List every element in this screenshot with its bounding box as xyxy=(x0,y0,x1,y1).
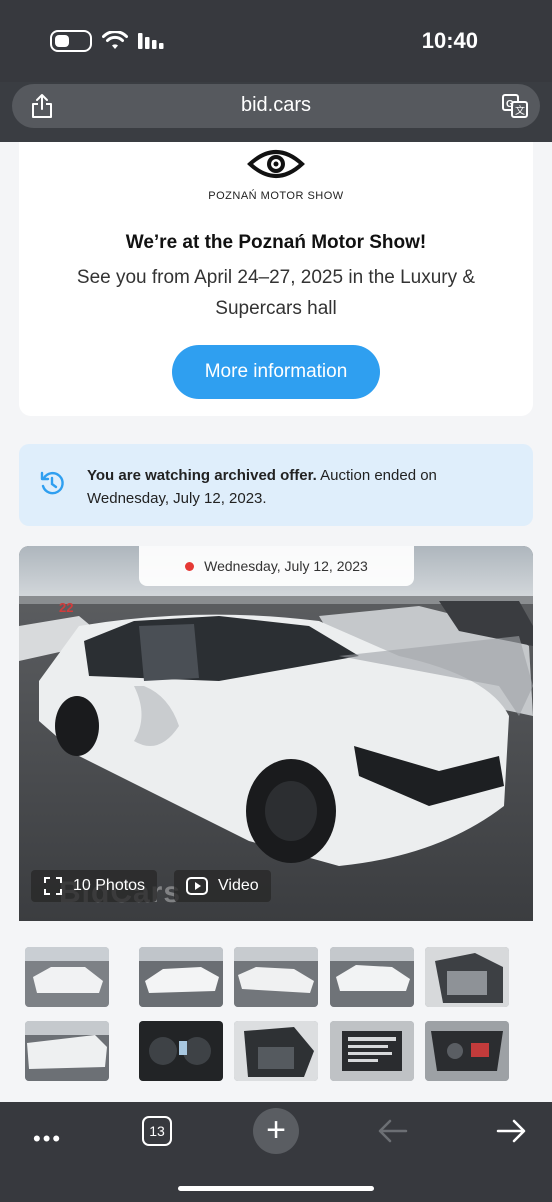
fullscreen-icon xyxy=(44,877,62,895)
lot-number: 22 xyxy=(59,600,73,615)
svg-text:文: 文 xyxy=(515,104,525,117)
thumbnail-1-image xyxy=(25,947,109,1007)
thumbnail-3[interactable] xyxy=(234,947,318,1007)
video-label: Video xyxy=(218,877,259,894)
thumbnail-7-image xyxy=(139,1021,223,1081)
thumbnail-10-image xyxy=(425,1021,509,1081)
status-icons xyxy=(50,30,166,52)
battery-icon xyxy=(50,30,92,52)
status-bar: 10:40 xyxy=(0,0,552,82)
video-button[interactable]: Video xyxy=(174,870,271,902)
home-indicator xyxy=(178,1186,374,1191)
wifi-icon xyxy=(102,31,128,49)
thumbnail-6-image xyxy=(25,1021,109,1081)
motor-show-logo xyxy=(247,150,305,178)
promo-title: We’re at the Poznań Motor Show! xyxy=(125,232,427,253)
back-arrow-icon[interactable] xyxy=(376,1114,410,1148)
thumbnail-3-image xyxy=(234,947,318,1007)
address-bar[interactable]: bid.cars G 文 xyxy=(12,84,540,128)
svg-text:G: G xyxy=(506,99,514,110)
promo-card: POZNAŃ MOTOR SHOW We’re at the Poznań Mo… xyxy=(19,142,533,416)
thumbnail-9-image xyxy=(330,1021,414,1081)
live-dot-icon xyxy=(185,561,195,571)
thumbnail-5[interactable] xyxy=(425,947,509,1007)
thumbnail-6[interactable] xyxy=(25,1021,109,1081)
status-time: 10:40 xyxy=(421,28,478,53)
archived-text: You are watching archived offer. Auction… xyxy=(87,464,513,510)
thumbnail-2-image xyxy=(139,947,223,1007)
more-information-button[interactable]: More information xyxy=(172,345,380,399)
thumbnail-5-image xyxy=(425,947,509,1007)
photos-label: 10 Photos xyxy=(73,877,146,894)
web-page: POZNAŃ MOTOR SHOW We’re at the Poznań Mo… xyxy=(0,142,552,1102)
auction-date-chip: Wednesday, July 12, 2023 xyxy=(139,546,414,586)
auction-date: Wednesday, July 12, 2023 xyxy=(204,558,368,574)
translate-icon[interactable]: G 文 xyxy=(502,94,528,118)
signal-icon xyxy=(138,33,164,49)
archived-bold: You are watching archived offer. xyxy=(87,467,317,484)
promo-subtitle: See you from April 24–27, 2025 in the Lu… xyxy=(76,267,476,319)
new-tab-button[interactable]: + xyxy=(253,1108,299,1154)
thumbnail-4-image xyxy=(330,947,414,1007)
browser-toolbar: ••• 13 + xyxy=(0,1102,552,1202)
url-text[interactable]: bid.cars xyxy=(12,94,540,117)
history-icon xyxy=(40,471,64,495)
thumbnail-8[interactable] xyxy=(234,1021,318,1081)
thumbnail-9[interactable] xyxy=(330,1021,414,1081)
thumbnail-1[interactable] xyxy=(25,947,109,1007)
play-icon xyxy=(186,877,208,895)
thumbnail-10[interactable] xyxy=(425,1021,509,1081)
logo-text: POZNAŃ MOTOR SHOW xyxy=(208,190,344,202)
main-photo[interactable]: 22 BidCars Wednesday, July 12, 2023 10 P… xyxy=(19,546,533,921)
thumbnail-2[interactable] xyxy=(139,947,223,1007)
forward-arrow-icon[interactable] xyxy=(494,1114,528,1148)
more-options-icon[interactable]: ••• xyxy=(33,1126,62,1152)
thumbnail-8-image xyxy=(234,1021,318,1081)
tabs-button[interactable]: 13 xyxy=(142,1116,172,1146)
thumbnail-4[interactable] xyxy=(330,947,414,1007)
car-photo[interactable]: 22 xyxy=(19,546,533,921)
archived-notice: You are watching archived offer. Auction… xyxy=(19,444,533,526)
photos-button[interactable]: 10 Photos xyxy=(31,870,158,902)
thumbnail-7[interactable] xyxy=(139,1021,223,1081)
